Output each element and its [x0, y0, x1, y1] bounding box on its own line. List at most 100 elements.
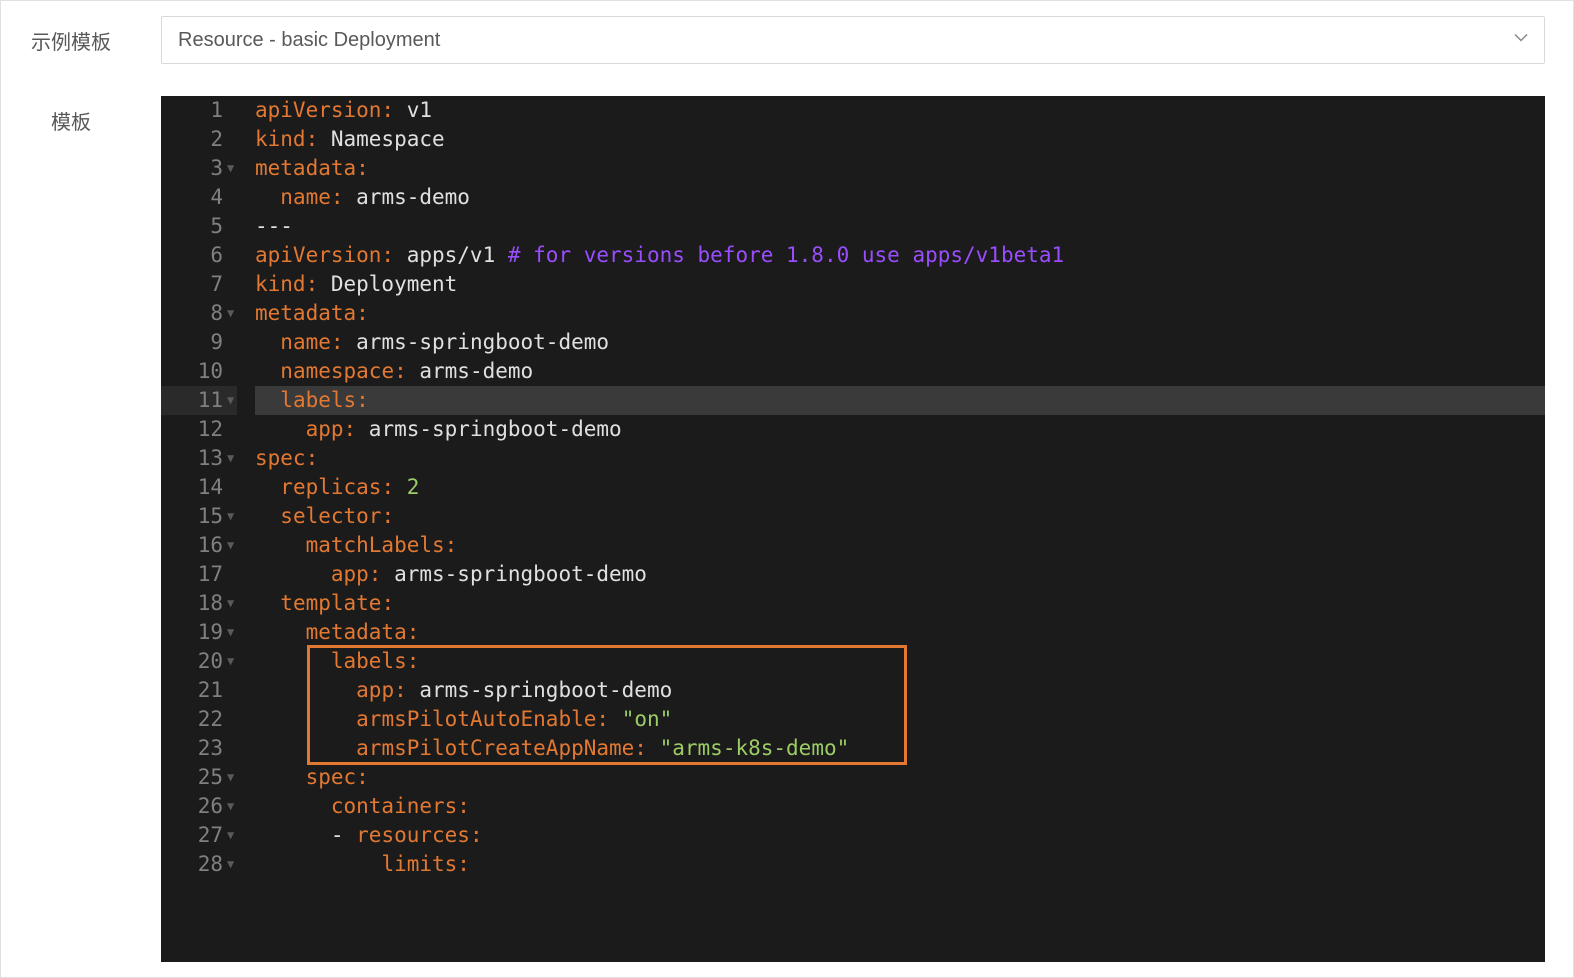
token-w: [255, 676, 356, 705]
code-line[interactable]: template:: [255, 589, 1545, 618]
fold-icon[interactable]: ▼: [227, 502, 237, 531]
token-w: arms-demo: [344, 183, 470, 212]
token-k: name:: [280, 328, 343, 357]
code-line[interactable]: containers:: [255, 792, 1545, 821]
fold-icon[interactable]: ▼: [227, 589, 237, 618]
code-line[interactable]: name: arms-springboot-demo: [255, 328, 1545, 357]
token-s: "on": [622, 705, 673, 734]
code-line[interactable]: spec:: [255, 444, 1545, 473]
token-k: app:: [356, 676, 407, 705]
template-example-label: 示例模板: [11, 16, 131, 55]
line-number: 12: [198, 415, 223, 444]
fold-icon[interactable]: ▼: [227, 647, 237, 676]
token-w: [255, 502, 280, 531]
fold-icon[interactable]: ▼: [227, 299, 237, 328]
code-line[interactable]: ---: [255, 212, 1545, 241]
template-select[interactable]: Resource - basic Deployment: [161, 16, 1545, 64]
code-editor[interactable]: 123▼45678▼91011▼1213▼1415▼16▼1718▼19▼20▼…: [161, 96, 1545, 962]
code-line[interactable]: kind: Deployment: [255, 270, 1545, 299]
fold-icon[interactable]: ▼: [227, 386, 237, 415]
token-k: app:: [306, 415, 357, 444]
code-line[interactable]: armsPilotAutoEnable: "on": [255, 705, 1545, 734]
token-k: metadata:: [255, 299, 369, 328]
line-number: 13: [198, 444, 223, 473]
gutter-line: 11▼: [161, 386, 237, 415]
code-line[interactable]: selector:: [255, 502, 1545, 531]
gutter-line: 27▼: [161, 821, 237, 850]
line-number: 21: [198, 676, 223, 705]
gutter-line: 4: [161, 183, 237, 212]
line-number: 18: [198, 589, 223, 618]
token-w: [255, 647, 331, 676]
code-line[interactable]: apiVersion: v1: [255, 96, 1545, 125]
token-w: arms-springboot-demo: [356, 415, 622, 444]
token-k: labels:: [331, 647, 420, 676]
token-w: [255, 328, 280, 357]
fold-icon[interactable]: ▼: [227, 618, 237, 647]
code-line[interactable]: armsPilotCreateAppName: "arms-k8s-demo": [255, 734, 1545, 763]
token-w: [255, 705, 356, 734]
code-line[interactable]: spec:: [255, 763, 1545, 792]
code-line[interactable]: metadata:: [255, 618, 1545, 647]
fold-icon[interactable]: ▼: [227, 821, 237, 850]
token-w: arms-springboot-demo: [344, 328, 610, 357]
line-number: 1: [210, 96, 223, 125]
gutter-line: 16▼: [161, 531, 237, 560]
fold-icon[interactable]: ▼: [227, 763, 237, 792]
code-line[interactable]: apiVersion: apps/v1 # for versions befor…: [255, 241, 1545, 270]
code-line[interactable]: namespace: arms-demo: [255, 357, 1545, 386]
gutter-line: 14: [161, 473, 237, 502]
code-line[interactable]: replicas: 2: [255, 473, 1545, 502]
editor-code[interactable]: apiVersion: v1kind: Namespacemetadata: n…: [247, 96, 1545, 962]
template-row: 模板 123▼45678▼91011▼1213▼1415▼16▼1718▼19▼…: [11, 96, 1563, 962]
token-w: [255, 850, 381, 879]
code-line[interactable]: app: arms-springboot-demo: [255, 415, 1545, 444]
token-k: metadata:: [255, 154, 369, 183]
gutter-line: 22: [161, 705, 237, 734]
gutter-line: 9: [161, 328, 237, 357]
gutter-line: 7: [161, 270, 237, 299]
gutter-line: 19▼: [161, 618, 237, 647]
code-line[interactable]: name: arms-demo: [255, 183, 1545, 212]
code-line[interactable]: limits:: [255, 850, 1545, 879]
token-w: arms-demo: [407, 357, 533, 386]
token-k: selector:: [280, 502, 394, 531]
token-w: -: [255, 821, 356, 850]
token-k: apiVersion:: [255, 241, 394, 270]
token-w: [255, 589, 280, 618]
code-line[interactable]: - resources:: [255, 821, 1545, 850]
code-line[interactable]: labels:: [255, 386, 1545, 415]
line-number: 10: [198, 357, 223, 386]
code-line[interactable]: app: arms-springboot-demo: [255, 676, 1545, 705]
token-w: Deployment: [318, 270, 457, 299]
code-line[interactable]: matchLabels:: [255, 531, 1545, 560]
fold-icon[interactable]: ▼: [227, 154, 237, 183]
token-k: app:: [331, 560, 382, 589]
template-label: 模板: [11, 96, 131, 962]
code-line[interactable]: metadata:: [255, 154, 1545, 183]
token-w: [609, 705, 622, 734]
gutter-line: 13▼: [161, 444, 237, 473]
code-line[interactable]: labels:: [255, 647, 1545, 676]
fold-icon[interactable]: ▼: [227, 792, 237, 821]
token-n: 2: [394, 473, 419, 502]
gutter-line: 23: [161, 734, 237, 763]
code-line[interactable]: metadata:: [255, 299, 1545, 328]
token-w: [255, 415, 306, 444]
editor-gutter: 123▼45678▼91011▼1213▼1415▼16▼1718▼19▼20▼…: [161, 96, 247, 962]
token-k: name:: [280, 183, 343, 212]
token-w: [255, 560, 331, 589]
token-w: [255, 473, 280, 502]
gutter-line: 26▼: [161, 792, 237, 821]
token-k: resources:: [356, 821, 482, 850]
token-s: "arms-k8s-demo": [660, 734, 850, 763]
line-number: 3: [210, 154, 223, 183]
gutter-line: 28▼: [161, 850, 237, 879]
code-line[interactable]: kind: Namespace: [255, 125, 1545, 154]
fold-icon[interactable]: ▼: [227, 444, 237, 473]
token-k: containers:: [331, 792, 470, 821]
fold-icon[interactable]: ▼: [227, 850, 237, 879]
code-line[interactable]: app: arms-springboot-demo: [255, 560, 1545, 589]
token-w: [255, 618, 306, 647]
fold-icon[interactable]: ▼: [227, 531, 237, 560]
